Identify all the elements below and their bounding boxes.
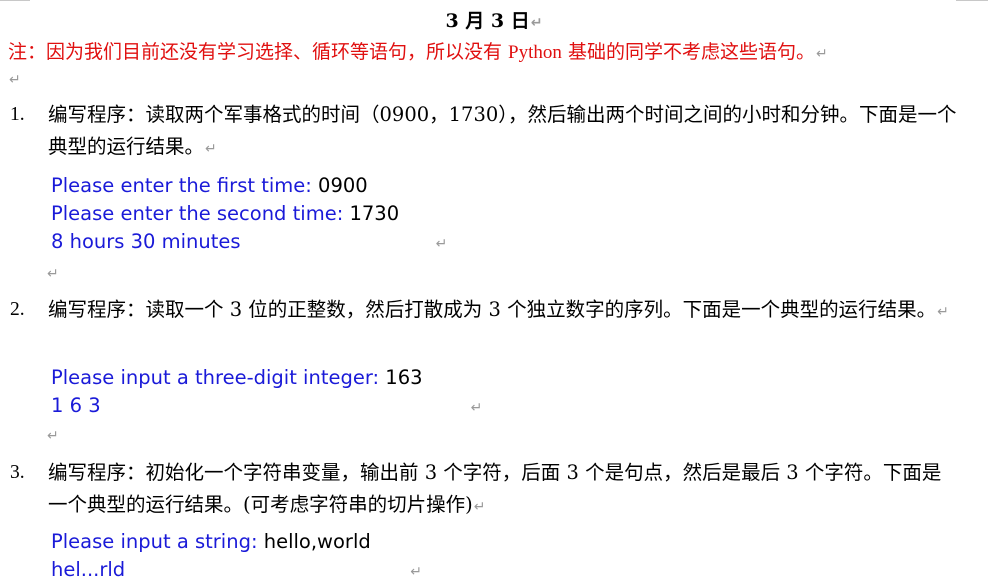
console-line: Please input a three-digit integer: 163 <box>51 364 482 392</box>
console-prompt: Please input a three-digit integer: <box>51 366 386 389</box>
item-text: 编写程序：初始化一个字符串变量，输出前 3 个字符，后面 3 个是句点，然后是最… <box>48 461 942 516</box>
console-output: 1 6 3 <box>51 394 101 417</box>
note-suffix: 基础的同学不考虑这些语句。 <box>561 41 815 63</box>
paragraph-mark-icon: ↵ <box>937 304 949 320</box>
paragraph-mark-icon: ↵ <box>410 564 422 580</box>
console-line: hel...rld ↵ <box>51 556 422 586</box>
note-python: Python <box>508 42 562 63</box>
console-line: 1 6 3 ↵ <box>51 392 482 422</box>
console-prompt: Please input a string: <box>51 530 264 553</box>
paragraph-mark-icon: ↵ <box>530 15 543 31</box>
paragraph-mark-icon: ↵ <box>470 400 483 416</box>
item-number: 3. <box>10 462 25 483</box>
console-input: 163 <box>385 366 423 389</box>
console-line: Please input a string: hello,world <box>51 528 422 556</box>
paragraph-mark-icon: ↵ <box>47 428 59 444</box>
console-line: Please enter the first time: 0900 <box>51 172 447 200</box>
console-output: 8 hours 30 minutes <box>51 230 241 253</box>
paragraph-mark-icon: ↵ <box>9 72 21 88</box>
item-text: 编写程序：读取两个军事格式的时间（0900，1730），然后输出两个时间之间的小… <box>48 103 957 158</box>
title-text: 3 月 3 日 <box>445 10 530 32</box>
console-prompt: Please enter the first time: <box>51 174 319 197</box>
exercise-item-3: 3. 编写程序：初始化一个字符串变量，输出前 3 个字符，后面 3 个是句点，然… <box>10 457 960 523</box>
paragraph-mark-icon: ↵ <box>473 499 486 515</box>
top-rule-left <box>0 0 30 1</box>
console-input: 1730 <box>349 202 400 225</box>
paragraph-mark-icon: ↵ <box>815 46 828 62</box>
item-number: 2. <box>10 299 25 320</box>
item-text: 编写程序：读取一个 3 位的正整数，然后打散成为 3 个独立数字的序列。下面是一… <box>48 298 937 321</box>
paragraph-mark-icon: ↵ <box>435 236 448 252</box>
console-input: 0900 <box>318 174 368 197</box>
paragraph-mark-icon: ↵ <box>47 266 59 282</box>
console-prompt: Please enter the second time: <box>51 202 350 225</box>
page-title: 3 月 3 日↵ <box>0 6 988 33</box>
item-number: 1. <box>10 104 25 125</box>
note-paragraph: 注：因为我们目前还没有学习选择、循环等语句，所以没有 Python 基础的同学不… <box>8 37 828 64</box>
note-prefix: 注：因为我们目前还没有学习选择、循环等语句，所以没有 <box>8 41 509 63</box>
exercise-item-1: 1. 编写程序：读取两个军事格式的时间（0900，1730），然后输出两个时间之… <box>10 99 960 165</box>
top-rule-right <box>956 0 988 1</box>
console-input: hello,world <box>263 530 371 553</box>
console-output-3: Please input a string: hello,world hel..… <box>51 528 422 586</box>
exercise-item-2: 2. 编写程序：读取一个 3 位的正整数，然后打散成为 3 个独立数字的序列。下… <box>10 294 960 328</box>
paragraph-mark-icon: ↵ <box>205 141 217 157</box>
console-line: Please enter the second time: 1730 <box>51 200 447 228</box>
console-output-2: Please input a three-digit integer: 163 … <box>51 364 482 422</box>
console-line: 8 hours 30 minutes ↵ <box>51 228 447 258</box>
console-output-1: Please enter the first time: 0900 Please… <box>51 172 447 258</box>
console-output: hel...rld <box>51 558 126 581</box>
